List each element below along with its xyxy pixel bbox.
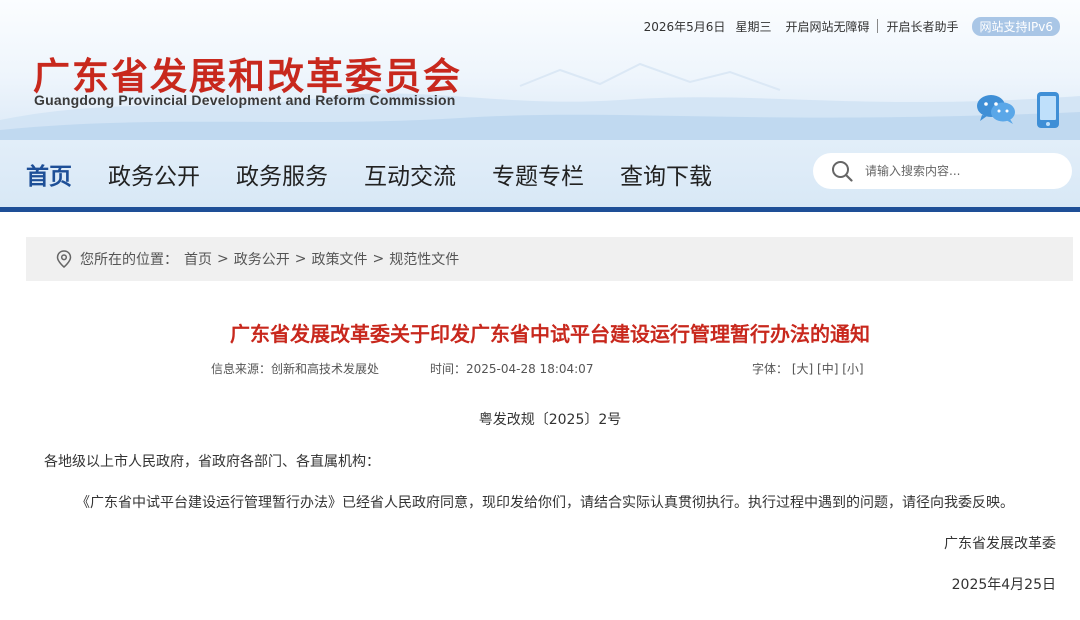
breadcrumb-separator: > — [217, 251, 229, 267]
wechat-icon[interactable] — [976, 93, 1016, 125]
breadcrumb-policy-documents[interactable]: 政策文件 — [311, 249, 367, 269]
breadcrumb: 您所在的位置： 首页 > 政务公开 > 政策文件 > 规范性文件 — [26, 237, 1073, 281]
article-source: 信息来源：创新和高技术发展处 — [211, 362, 380, 376]
article-title: 广东省发展改革委关于印发广东省中试平台建设运行管理暂行办法的通知 — [230, 322, 870, 346]
search-input[interactable] — [865, 164, 1055, 178]
location-pin-icon — [56, 250, 72, 268]
current-weekday: 星期三 — [735, 19, 772, 34]
nav-item-query-download[interactable]: 查询下载 — [620, 157, 712, 191]
font-size-controls: 字体： [大] [中] [小] — [752, 360, 864, 377]
article-time: 时间：2025-04-28 18:04:07 — [430, 362, 594, 376]
font-size-medium-button[interactable]: [中] — [817, 362, 838, 376]
article-sign-date: 2025年4月25日 — [951, 577, 1056, 593]
search-icon[interactable] — [831, 160, 853, 182]
elderly-assistant-link[interactable]: 开启长者助手 — [886, 18, 958, 35]
nav-item-government-services[interactable]: 政务服务 — [236, 157, 328, 191]
breadcrumb-home[interactable]: 首页 — [184, 249, 212, 269]
accessibility-link[interactable]: 开启网站无障碍 — [785, 18, 869, 35]
header-banner: 广东省发展和改革委员会 Guangdong Provincial Develop… — [0, 0, 1080, 140]
article-salutation: 各地级以上市人民政府，省政府各部门、各直属机构： — [44, 454, 380, 470]
site-subtitle: Guangdong Provincial Development and Ref… — [34, 92, 456, 108]
top-links-bar: 2026年5月6日 星期三 开启网站无障碍 开启长者助手 网站支持IPv6 — [644, 16, 1060, 36]
nav-item-home[interactable]: 首页 — [26, 157, 72, 191]
link-divider — [877, 19, 879, 33]
font-size-small-button[interactable]: [小] — [842, 362, 863, 376]
font-size-label: 字体： — [752, 362, 789, 376]
nav-item-special-topics[interactable]: 专题专栏 — [492, 157, 584, 191]
nav-item-interaction[interactable]: 互动交流 — [364, 157, 456, 191]
nav-underline — [0, 207, 1080, 212]
breadcrumb-government-affairs[interactable]: 政务公开 — [234, 249, 290, 269]
nav-items: 首页 政务公开 政务服务 互动交流 专题专栏 查询下载 — [26, 140, 748, 208]
breadcrumb-separator: > — [372, 251, 385, 267]
search-box[interactable] — [813, 153, 1072, 189]
current-date: 2026年5月6日 — [643, 19, 726, 34]
article-body: 《广东省中试平台建设运行管理暂行办法》已经省人民政府同意，现印发给你们，请结合实… — [76, 495, 1014, 511]
nav-item-government-affairs[interactable]: 政务公开 — [108, 157, 200, 191]
mobile-icon[interactable] — [1036, 91, 1060, 129]
ipv6-badge: 网站支持IPv6 — [972, 16, 1060, 36]
breadcrumb-normative-documents[interactable]: 规范性文件 — [389, 249, 459, 269]
font-size-large-button[interactable]: [大] — [792, 362, 813, 376]
breadcrumb-prefix: 您所在的位置： — [80, 252, 178, 268]
breadcrumb-separator: > — [294, 251, 307, 267]
document-number: 粤发改规〔2025〕2号 — [478, 412, 622, 428]
article-signature: 广东省发展改革委 — [944, 536, 1056, 552]
